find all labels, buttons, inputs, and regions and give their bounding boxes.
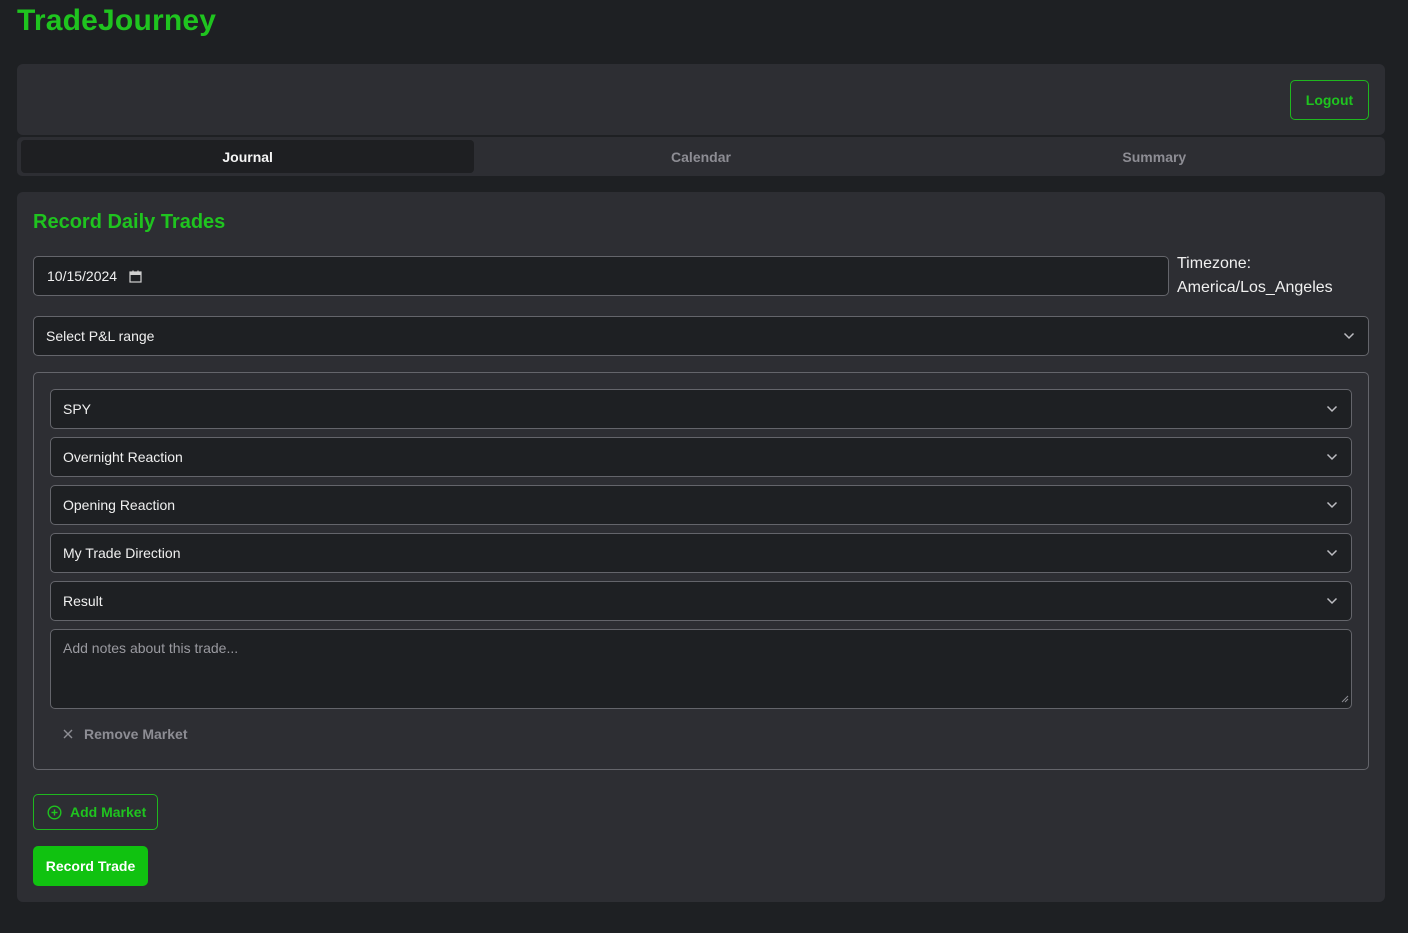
trade-direction-select[interactable]: My Trade Direction bbox=[50, 533, 1352, 573]
date-value: 10/15/2024 bbox=[47, 268, 118, 284]
opening-reaction-value: Opening Reaction bbox=[63, 497, 176, 513]
tab-bar: Journal Calendar Summary bbox=[17, 137, 1385, 176]
pl-range-select[interactable]: Select P&L range bbox=[33, 316, 1369, 356]
remove-market-button[interactable]: Remove Market bbox=[62, 726, 188, 742]
tab-calendar[interactable]: Calendar bbox=[474, 140, 927, 173]
overnight-reaction-select[interactable]: Overnight Reaction bbox=[50, 437, 1352, 477]
chevron-down-icon bbox=[1326, 453, 1338, 461]
overnight-reaction-value: Overnight Reaction bbox=[63, 449, 183, 465]
close-icon bbox=[62, 728, 74, 740]
chevron-down-icon bbox=[1326, 405, 1338, 413]
timezone-label: Timezone: bbox=[1177, 255, 1252, 272]
chevron-down-icon bbox=[1343, 332, 1355, 340]
notes-textarea[interactable]: Add notes about this trade... bbox=[50, 629, 1352, 709]
record-trades-card: Record Daily Trades 10/15/2024 Timezone:… bbox=[17, 192, 1385, 902]
section-title: Record Daily Trades bbox=[33, 211, 226, 233]
add-market-button[interactable]: Add Market bbox=[33, 794, 158, 830]
trade-direction-value: My Trade Direction bbox=[63, 545, 181, 561]
market-entry: SPY Overnight Reaction Opening Reaction … bbox=[33, 372, 1369, 770]
timezone-value: America/Los_Angeles bbox=[1177, 279, 1333, 296]
chevron-down-icon bbox=[1326, 549, 1338, 557]
record-trade-button[interactable]: Record Trade bbox=[33, 846, 148, 886]
date-input[interactable]: 10/15/2024 bbox=[33, 256, 1169, 296]
plus-circle-icon bbox=[47, 804, 62, 820]
logout-button[interactable]: Logout bbox=[1290, 80, 1369, 120]
notes-placeholder: Add notes about this trade... bbox=[63, 640, 239, 656]
symbol-select[interactable]: SPY bbox=[50, 389, 1352, 429]
header-bar: Logout bbox=[17, 64, 1385, 135]
result-value: Result bbox=[63, 593, 103, 609]
timezone-display: Timezone: America/Los_Angeles bbox=[1177, 252, 1377, 300]
chevron-down-icon bbox=[1326, 597, 1338, 605]
app-title: TradeJourney bbox=[17, 4, 217, 37]
resize-grip-icon[interactable] bbox=[1341, 690, 1349, 706]
tab-summary[interactable]: Summary bbox=[928, 140, 1381, 173]
result-select[interactable]: Result bbox=[50, 581, 1352, 621]
tab-journal[interactable]: Journal bbox=[21, 140, 475, 173]
add-market-label: Add Market bbox=[70, 804, 147, 820]
chevron-down-icon bbox=[1326, 501, 1338, 509]
pl-range-placeholder: Select P&L range bbox=[46, 328, 155, 344]
remove-market-label: Remove Market bbox=[84, 726, 188, 742]
symbol-value: SPY bbox=[63, 401, 92, 417]
calendar-icon[interactable] bbox=[129, 270, 142, 283]
opening-reaction-select[interactable]: Opening Reaction bbox=[50, 485, 1352, 525]
